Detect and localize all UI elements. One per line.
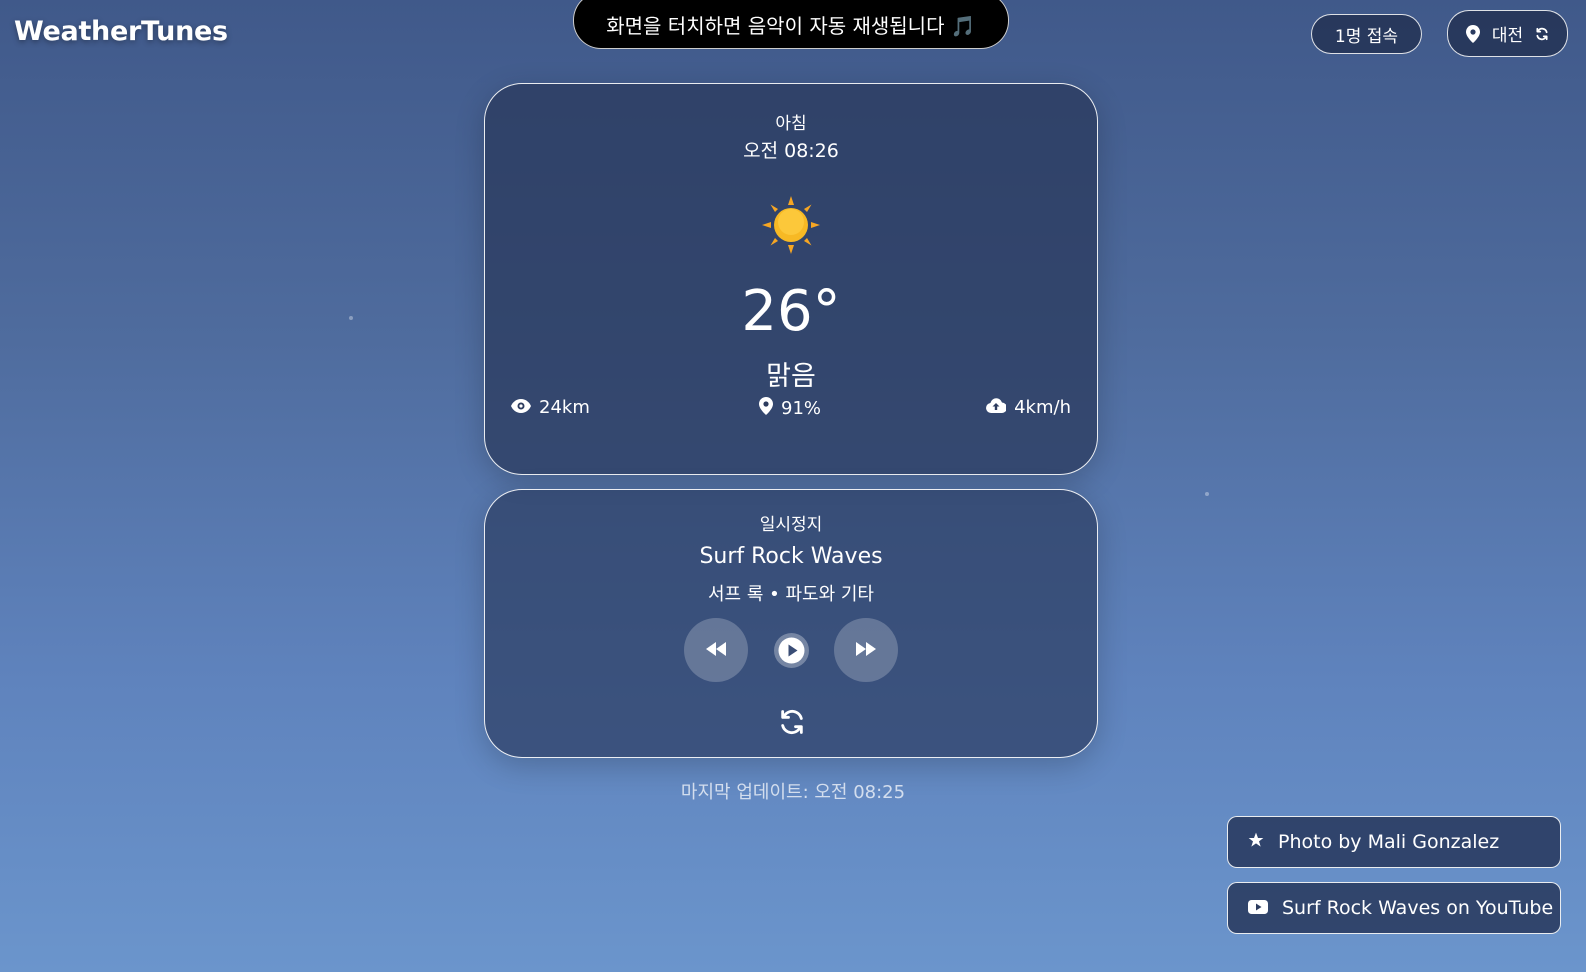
cloud-upload-icon [986, 397, 1008, 418]
youtube-label: Surf Rock Waves on YouTube [1282, 897, 1554, 919]
play-circle-icon [778, 637, 805, 664]
user-count-badge: 1명 접속 [1311, 14, 1422, 54]
humidity-stat: 91% [759, 397, 821, 420]
humidity-value: 91% [781, 398, 822, 419]
wind-value: 4km/h [1014, 397, 1071, 418]
rewind-icon [705, 641, 727, 660]
play-button[interactable] [774, 633, 809, 668]
track-genre: 서프 록 • 파도와 기타 [708, 584, 874, 605]
youtube-icon [1248, 897, 1268, 919]
photo-credit-label: Photo by Mali Gonzalez [1278, 831, 1500, 853]
visibility-value: 24km [539, 397, 590, 418]
music-player-card: 일시정지 Surf Rock Waves 서프 록 • 파도와 기타 [484, 489, 1098, 758]
app-logo: WeatherTunes [14, 16, 228, 47]
shuffle-refresh-button[interactable] [778, 708, 806, 740]
next-button[interactable] [834, 618, 898, 682]
current-time: 오전 08:26 [743, 140, 839, 162]
visibility-stat: 24km [511, 397, 590, 418]
map-pin-icon [1465, 24, 1480, 43]
wind-stat: 4km/h [986, 397, 1071, 418]
autoplay-banner[interactable]: 화면을 터치하면 음악이 자동 재생됩니다 🎵 [573, 0, 1009, 49]
location-label: 대전 [1491, 26, 1524, 46]
youtube-link[interactable]: Surf Rock Waves on YouTube [1227, 882, 1561, 934]
time-of-day-label: 아침 [775, 114, 807, 134]
sun-icon [762, 196, 820, 258]
map-pin-icon [759, 397, 773, 420]
background-dot [349, 316, 353, 320]
track-title: Surf Rock Waves [699, 544, 883, 569]
playback-status: 일시정지 [759, 515, 823, 535]
refresh-location-icon[interactable] [1535, 27, 1549, 41]
weather-condition: 맑음 [766, 361, 816, 392]
photo-credit-link[interactable]: Photo by Mali Gonzalez [1227, 816, 1561, 868]
background-dot [1205, 492, 1209, 496]
fast-forward-icon [855, 641, 877, 660]
previous-button[interactable] [684, 618, 748, 682]
weather-card: 아침 오전 08:26 26° 맑음 24km 91% 4km/h [484, 83, 1098, 475]
temperature-value: 26° [741, 279, 841, 344]
star-icon [1248, 831, 1264, 853]
eye-icon [511, 397, 531, 418]
location-button[interactable]: 대전 [1447, 10, 1568, 57]
last-updated-text: 마지막 업데이트: 오전 08:25 [680, 782, 906, 803]
refresh-icon [781, 709, 803, 735]
